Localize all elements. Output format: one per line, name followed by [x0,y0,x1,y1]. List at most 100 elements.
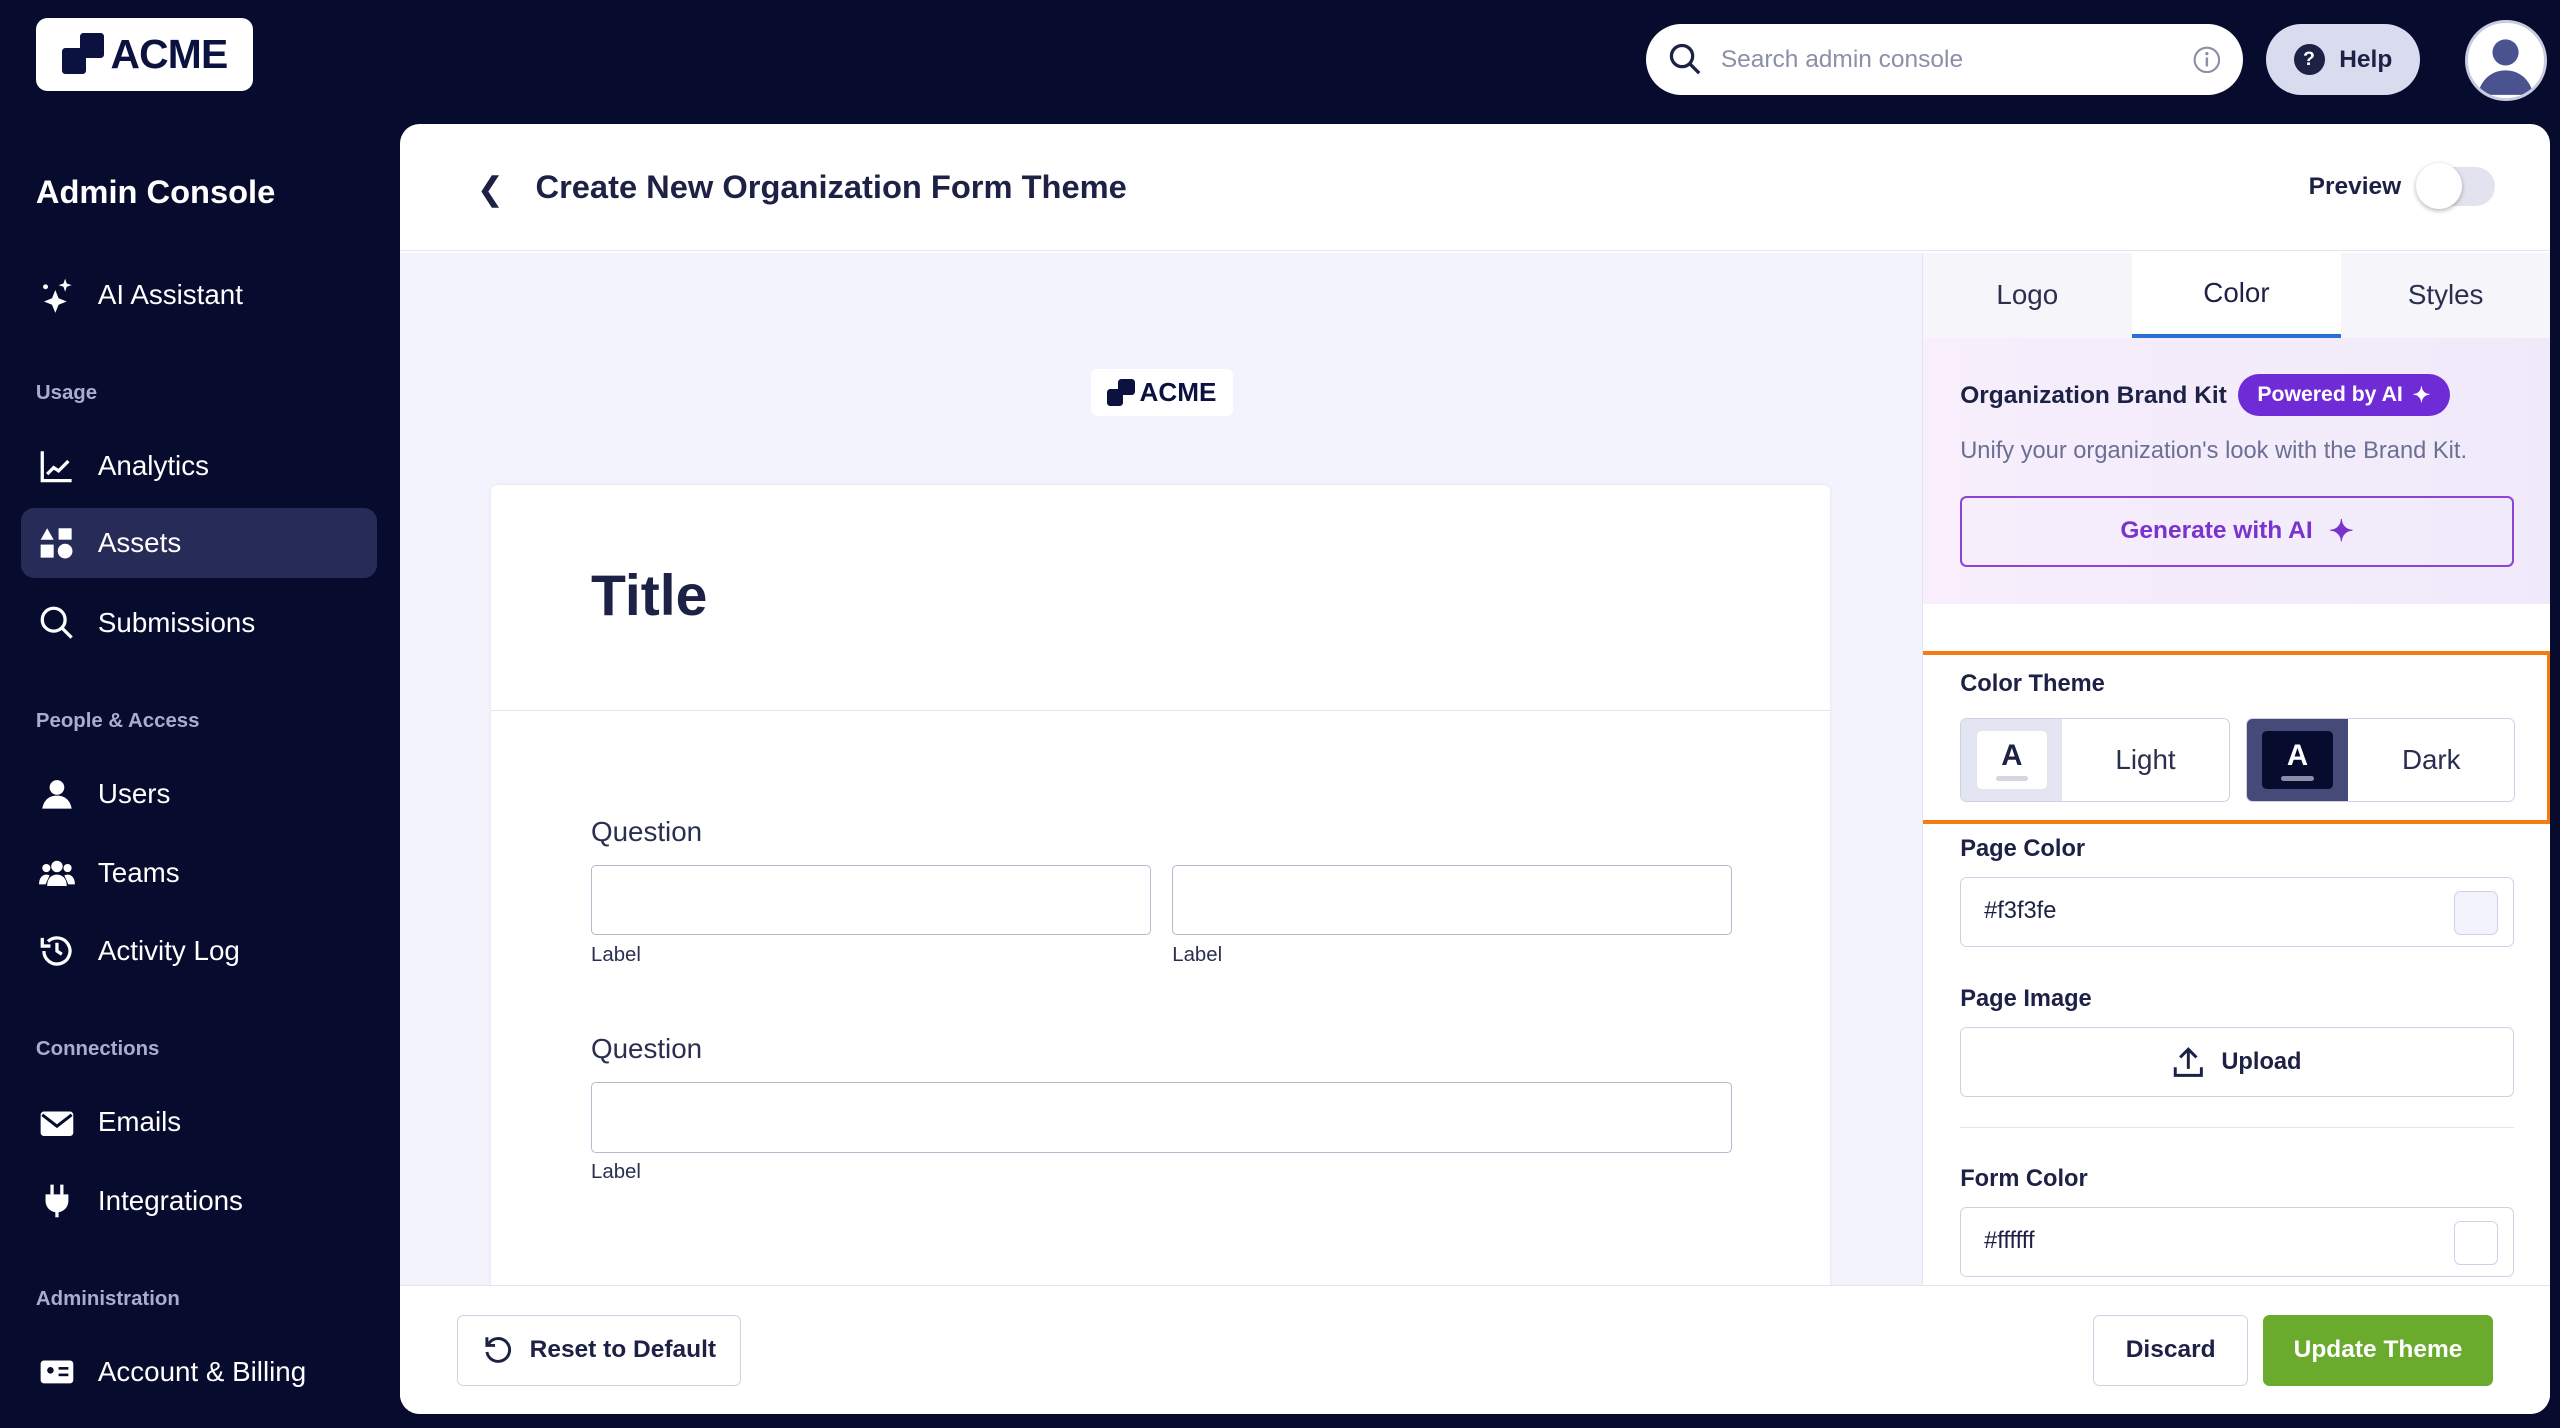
preview-toggle[interactable] [2416,163,2495,209]
page-color-input[interactable]: #f3f3fe [1960,876,2514,947]
footer-bar: Reset to Default Discard Update Theme [400,1284,2551,1414]
discard-button[interactable]: Discard [2093,1315,2249,1386]
history-icon [40,936,72,966]
sidebar-item-submissions[interactable]: Submissions [21,588,377,658]
back-chevron-icon[interactable]: ❮ [477,170,504,208]
generate-label: Generate with AI [2120,517,2313,545]
id-card-icon [40,1360,74,1384]
upload-icon [2174,1046,2204,1077]
divider [491,710,1831,711]
form-preview: ACME Title Question Label Label Question… [400,253,1922,1285]
reset-icon [485,1337,512,1363]
brand-kit-section: Organization Brand Kit Powered by AI ✦ Un… [1922,337,2551,605]
sidebar-item-activity-log[interactable]: Activity Log [21,916,377,986]
sidebar-item-analytics[interactable]: Analytics [21,431,377,501]
page-color-value: #f3f3fe [1984,898,2057,925]
sidebar-item-account-billing[interactable]: Account & Billing [21,1337,377,1407]
help-label: Help [2339,45,2393,73]
powered-by-ai-badge: Powered by AI ✦ [2237,373,2450,417]
swatch-glyph: A [2286,738,2309,772]
form-color-label: Form Color [1960,1165,2088,1192]
sidebar-item-teams[interactable]: Teams [21,838,377,908]
sparkles-icon: ✦ [2412,383,2431,407]
search-input[interactable]: Search admin console [1645,24,2244,95]
acme-logo-mark-icon [1106,378,1135,407]
page-color-swatch[interactable] [2453,890,2499,935]
generate-with-ai-button[interactable]: Generate with AI ✦ [1960,496,2514,567]
sidebar-item-label: Assets [97,526,182,558]
sidebar-item-label: Emails [97,1106,182,1138]
chart-line-icon [40,451,72,483]
dark-swatch: A [2246,719,2349,801]
question-icon: ? [2293,44,2325,76]
user-avatar[interactable] [2465,19,2547,102]
form-color-swatch[interactable] [2453,1220,2499,1265]
upload-label: Upload [2221,1048,2302,1075]
logo-text: ACME [110,31,229,78]
sidebar-item-users[interactable]: Users [21,759,377,829]
tab-styles[interactable]: Styles [2341,253,2550,338]
upload-button[interactable]: Upload [1960,1026,2514,1098]
brand-kit-subtitle: Unify your organization's look with the … [1960,437,2468,464]
field-label: Label [591,943,641,966]
help-button[interactable]: ? Help [2266,24,2420,95]
mail-icon [40,1111,74,1136]
brand-kit-heading: Organization Brand Kit [1960,382,2227,410]
sidebar-item-label: Analytics [97,450,209,482]
section-usage: Usage [35,382,98,405]
form-title: Title [591,564,708,629]
preview-input[interactable] [591,865,1152,936]
theme-option-label: Light [2115,743,2176,775]
theme-option-dark[interactable]: A Dark [2245,718,2516,802]
theme-option-light[interactable]: A Light [1960,718,2230,802]
section-administration: Administration [35,1288,180,1311]
preview-label: Preview [2308,173,2402,201]
search-icon [1669,44,1700,75]
tab-color[interactable]: Color [2131,253,2342,338]
theme-option-label: Dark [2401,743,2461,775]
field-label: Label [1172,943,1223,966]
form-color-input[interactable]: #ffffff [1960,1206,2514,1277]
sparkles-icon: ✦ [2328,514,2354,548]
badge-label: Powered by AI [2257,383,2403,407]
acme-logo[interactable]: ACME [35,17,254,92]
question-label: Question [591,816,703,848]
page-header: ❮ Create New Organization Form Theme Pre… [400,124,2551,252]
update-theme-button[interactable]: Update Theme [2262,1315,2494,1386]
sidebar-item-label: Teams [97,856,180,888]
preview-input[interactable] [1172,865,1733,936]
sidebar-title: Admin Console [35,173,276,211]
settings-panel: Logo Color Styles Organization Brand Kit… [1921,253,2551,1285]
swatch-glyph: A [2001,738,2023,772]
preview-logo: ACME [1090,368,1233,417]
divider [1960,1126,2514,1128]
settings-tabs: Logo Color Styles [1922,253,2551,338]
sidebar-item-assets[interactable]: Assets [21,507,378,578]
sidebar-item-integrations[interactable]: Integrations [21,1166,377,1236]
section-connections: Connections [35,1038,160,1061]
team-icon [39,860,76,886]
sparkles-icon [43,278,72,313]
sidebar-item-ai-assistant[interactable]: AI Assistant [21,260,377,330]
info-icon[interactable] [2193,46,2221,74]
shapes-icon [40,528,73,559]
reset-label: Reset to Default [529,1336,717,1364]
page-color-label: Page Color [1960,835,2086,862]
plug-icon [45,1184,69,1218]
theme-editor-card: ❮ Create New Organization Form Theme Pre… [400,124,2551,1414]
color-theme-label: Color Theme [1960,671,2105,698]
preview-logo-text: ACME [1139,377,1217,408]
sidebar-item-emails[interactable]: Emails [21,1087,377,1157]
search-placeholder: Search admin console [1720,45,1964,73]
page-image-label: Page Image [1960,986,2092,1013]
field-label: Label [591,1160,641,1183]
preview-input[interactable] [591,1082,1733,1153]
reset-to-default-button[interactable]: Reset to Default [457,1315,742,1386]
preview-form: Title Question Label Label Question Labe… [491,484,1831,1285]
tab-logo[interactable]: Logo [1923,253,2132,338]
light-swatch: A [1961,719,2063,801]
sidebar-item-label: Activity Log [97,935,240,967]
user-icon [42,780,72,809]
question-label: Question [591,1033,703,1065]
form-color-value: #ffffff [1984,1228,2035,1255]
